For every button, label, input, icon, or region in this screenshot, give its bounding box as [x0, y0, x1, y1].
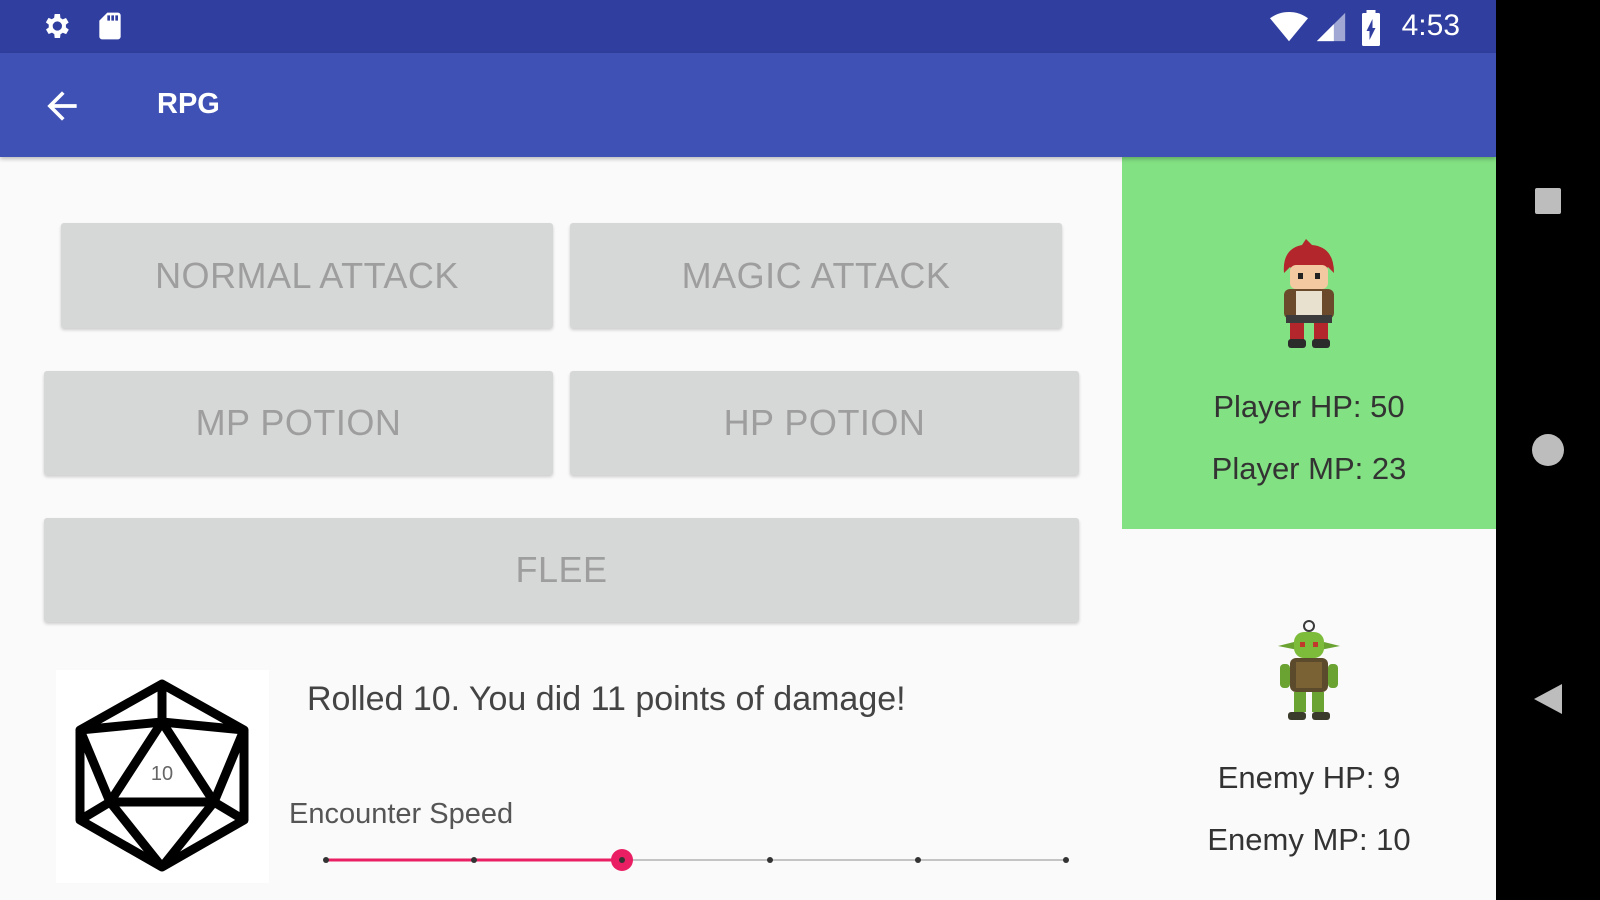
slider-tick: [471, 857, 477, 863]
player-panel: Player HP: 50 Player MP: 23: [1122, 157, 1496, 529]
system-nav-bar: [1496, 0, 1600, 900]
player-mp: Player MP: 23: [1211, 451, 1407, 486]
app-bar: [0, 53, 1496, 157]
app-screen: 4:53 RPG NORMAL ATTACK MAGIC ATTACK MP P…: [0, 0, 1496, 900]
enemy-mp: Enemy MP: 10: [1207, 822, 1411, 857]
wifi-icon: [1270, 11, 1308, 42]
battle-log-message: Rolled 10. You did 11 points of damage!: [307, 680, 906, 718]
enemy-hp: Enemy HP: 9: [1217, 760, 1401, 795]
mp-potion-button[interactable]: MP POTION: [44, 371, 553, 475]
status-clock: 4:53: [1401, 9, 1460, 42]
player-hp: Player HP: 50: [1213, 389, 1405, 424]
encounter-speed-label: Encounter Speed: [289, 798, 514, 830]
status-bar: 4:53: [0, 0, 1496, 53]
player-sprite: [1283, 239, 1334, 348]
slider-tick: [767, 857, 773, 863]
slider-tick: [323, 857, 329, 863]
flee-button[interactable]: FLEE: [44, 518, 1079, 622]
slider-thumb-center: [619, 857, 625, 863]
back-arrow-icon[interactable]: [40, 84, 84, 128]
cell-signal-icon: [1316, 12, 1346, 42]
encounter-speed-slider[interactable]: [322, 848, 1070, 872]
sd-card-icon: [99, 12, 121, 40]
d20-dice-image: 10: [56, 670, 269, 883]
recents-button-icon[interactable]: [1535, 188, 1561, 214]
home-button-icon[interactable]: [1532, 434, 1564, 466]
magic-attack-button[interactable]: MAGIC ATTACK: [570, 223, 1062, 328]
settings-gear-icon: [45, 14, 69, 38]
dice-face-value: 10: [151, 763, 173, 785]
back-button-icon[interactable]: [1532, 682, 1564, 716]
d20-dice-icon: 10: [75, 679, 249, 872]
hp-potion-button[interactable]: HP POTION: [570, 371, 1079, 475]
normal-attack-button[interactable]: NORMAL ATTACK: [61, 223, 553, 328]
slider-tick: [1063, 857, 1069, 863]
enemy-goblin-sprite: [1278, 620, 1340, 720]
app-title: RPG: [157, 88, 220, 120]
slider-tick: [915, 857, 921, 863]
battery-charging-icon: [1362, 10, 1380, 46]
